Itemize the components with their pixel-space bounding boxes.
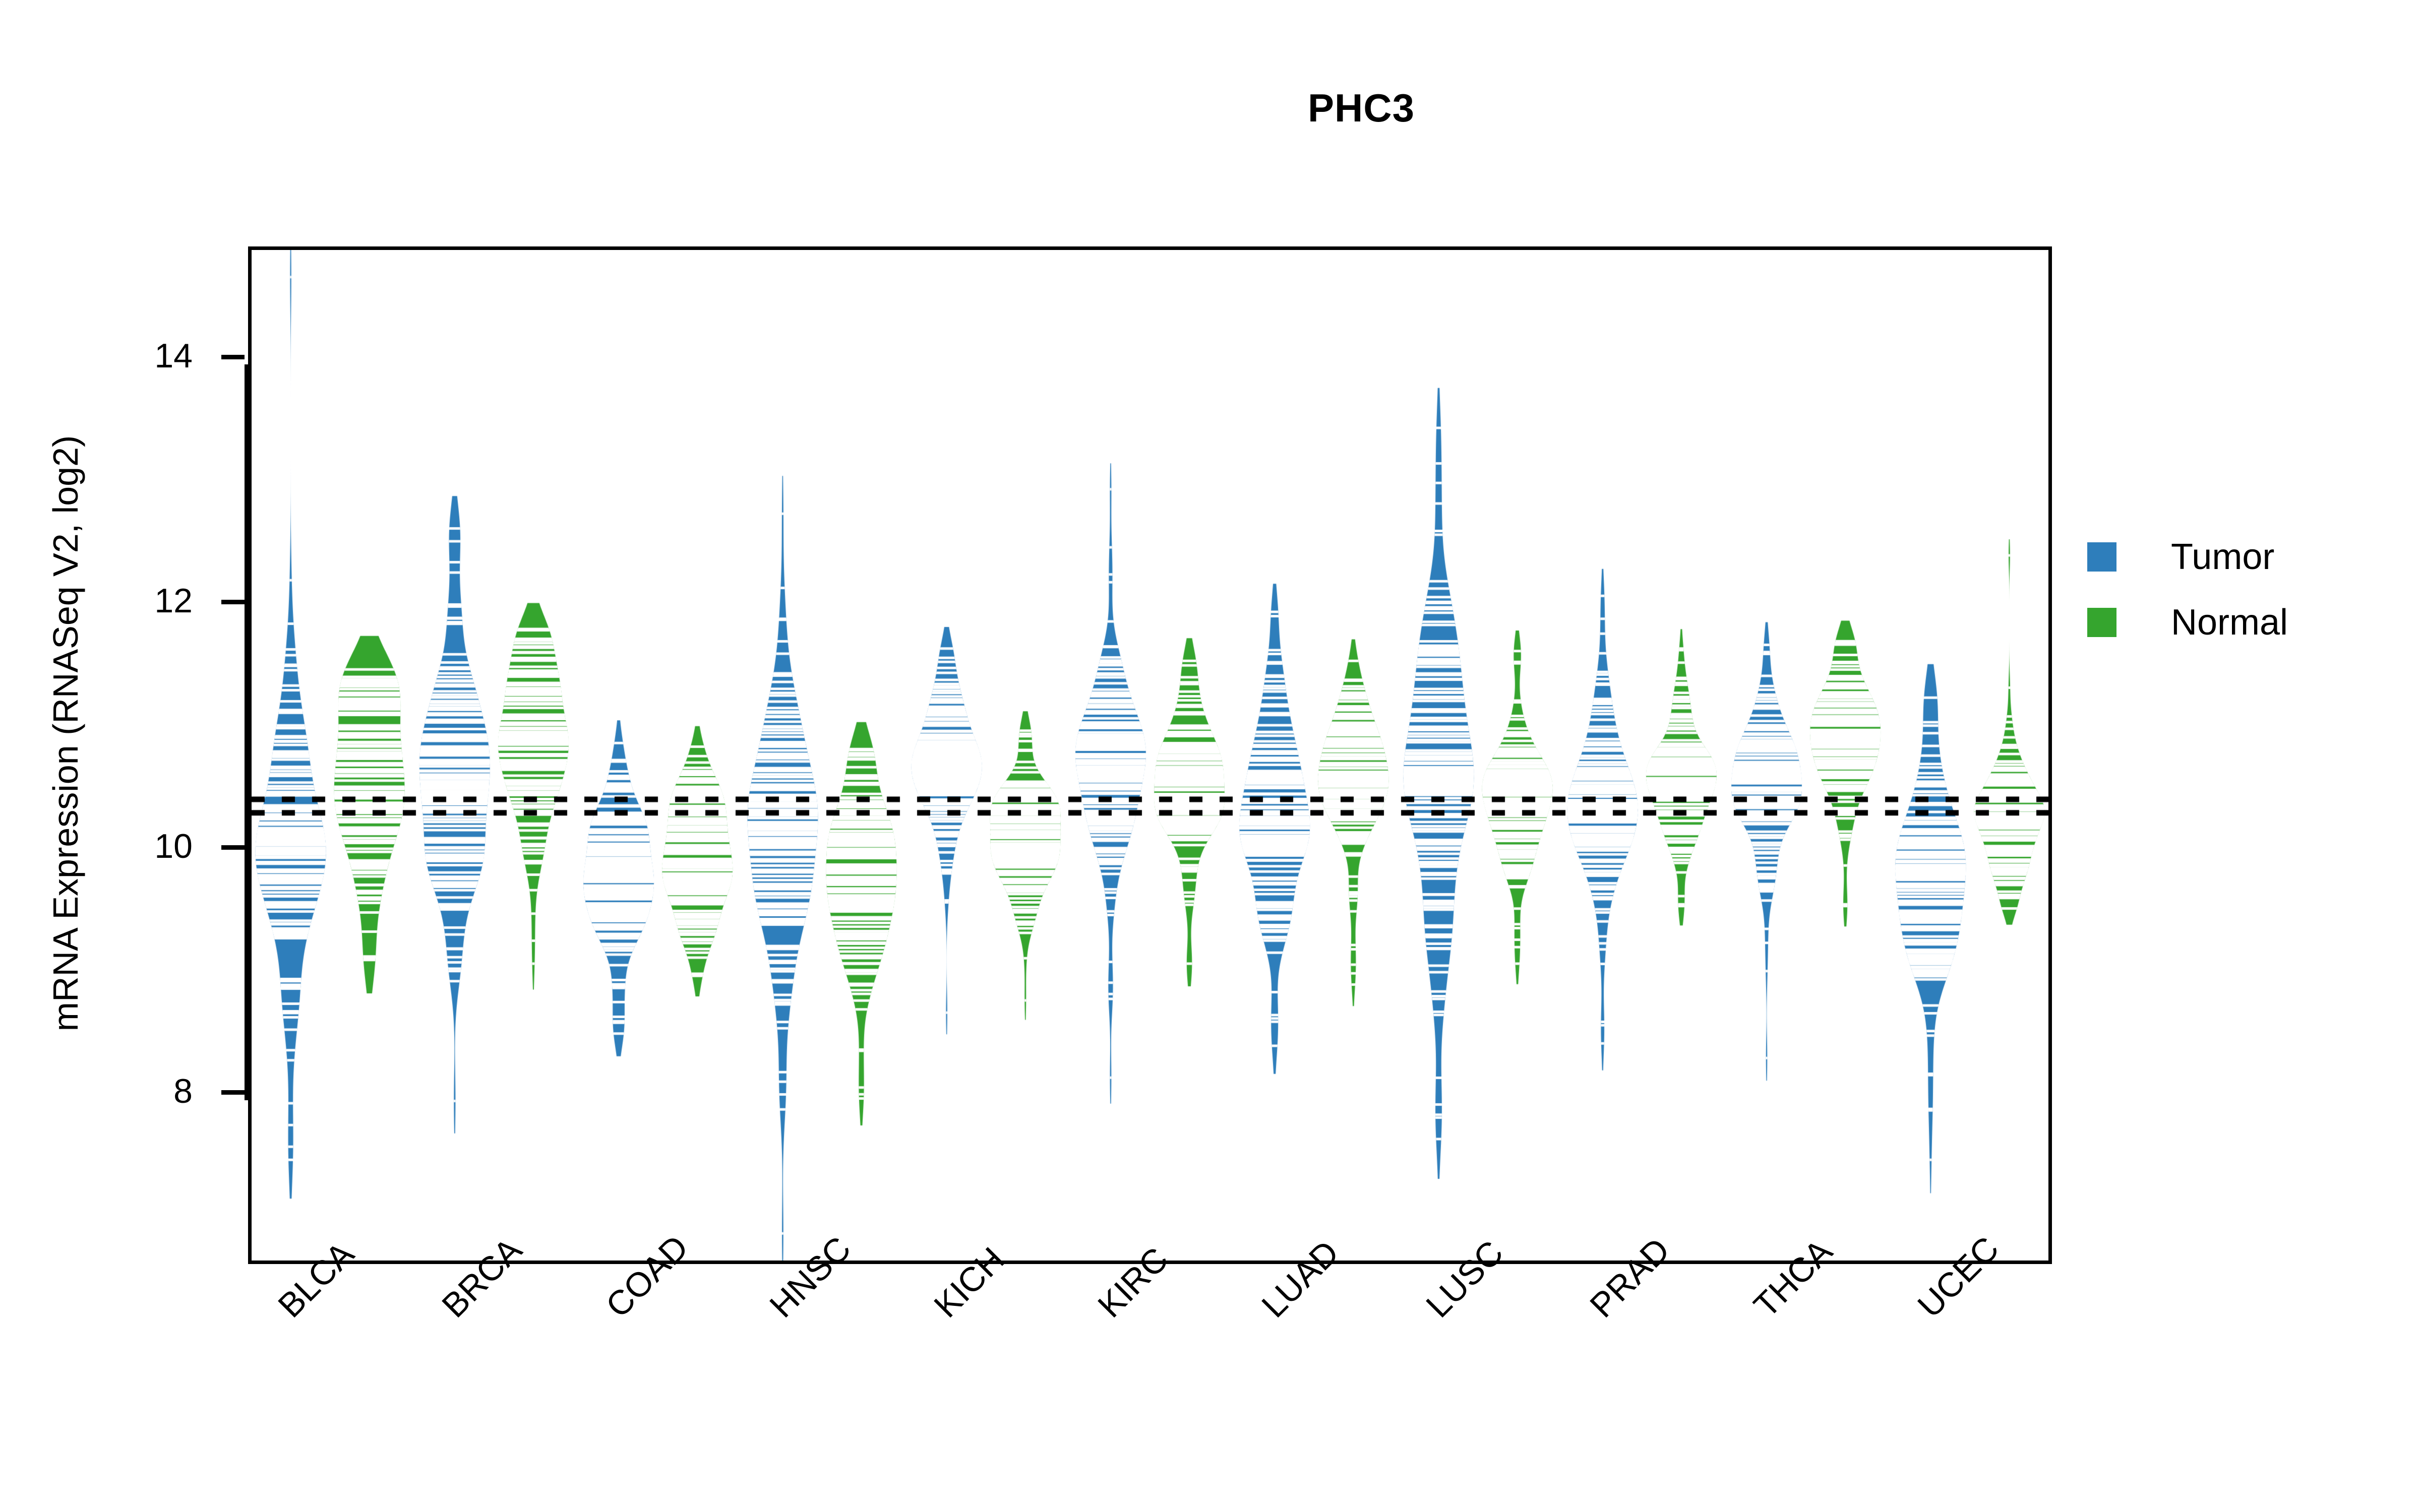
legend-label-tumor: Tumor xyxy=(2171,537,2275,577)
y-axis-tick-label: 14 xyxy=(154,336,193,375)
plot-area xyxy=(248,246,2052,1264)
beanplot-canvas xyxy=(252,250,2048,1261)
y-axis-tick xyxy=(221,1090,245,1095)
beanplot-figure: PHC3 8 10 12 14 mRNA Expression (RNASeq V2,… xyxy=(0,0,2420,1512)
y-axis-tick xyxy=(221,354,245,359)
page-title: PHC3 xyxy=(1307,86,1415,130)
legend-swatch-normal xyxy=(2087,608,2116,637)
y-axis-tick xyxy=(221,600,245,605)
legend-label-normal: Normal xyxy=(2171,602,2288,643)
legend-item-tumor[interactable]: Tumor xyxy=(2087,524,2288,590)
y-axis-line xyxy=(245,364,249,1100)
legend: Tumor Normal xyxy=(2087,524,2288,655)
y-axis-tick-label: 10 xyxy=(154,827,193,865)
legend-item-normal[interactable]: Normal xyxy=(2087,590,2288,655)
y-axis-tick-label: 12 xyxy=(154,582,193,620)
y-axis-title: mRNA Expression (RNASeq V2, log2) xyxy=(46,435,85,1032)
y-axis-tick-label: 8 xyxy=(173,1072,193,1111)
y-axis-tick xyxy=(221,845,245,850)
legend-swatch-tumor xyxy=(2087,542,2116,572)
